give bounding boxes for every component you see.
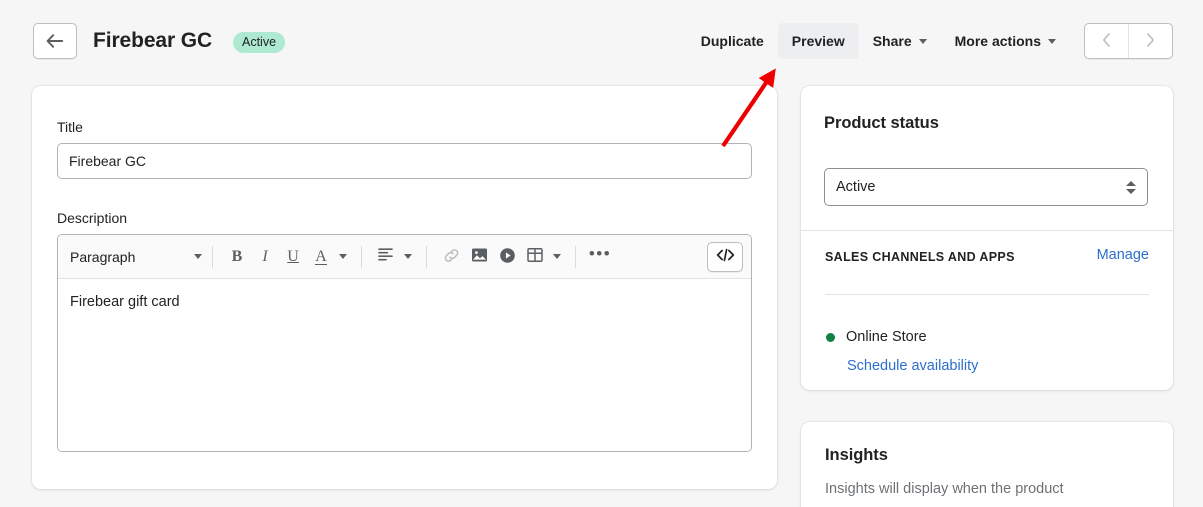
chevron-down-icon [194,254,202,259]
card-divider [825,294,1149,295]
ellipsis-icon: ••• [588,243,612,263]
share-button[interactable]: Share [859,23,941,59]
italic-button[interactable]: I [251,243,279,271]
pagination [1084,23,1173,59]
status-badge: Active [233,32,286,53]
product-details-card: Title Description Paragraph B I U [32,86,777,489]
chevron-down-icon [918,38,927,44]
back-button[interactable] [33,23,77,59]
underline-button[interactable]: U [279,243,307,271]
sales-channels-section-title: SALES CHANNELS AND APPS [825,250,1015,264]
previous-product-button[interactable] [1085,24,1128,58]
product-status-select[interactable]: Active [824,168,1148,206]
text-color-button[interactable]: A [307,243,335,271]
toolbar-divider [212,245,213,268]
preview-button[interactable]: Preview [777,23,859,59]
share-button-label: Share [872,33,912,49]
bold-icon: B [231,247,243,265]
text-color-dropdown-button[interactable] [335,243,351,271]
duplicate-button-label: Duplicate [700,33,764,49]
more-options-button[interactable]: ••• [586,243,614,271]
insert-video-button[interactable] [493,243,521,271]
page-title: Firebear GC [93,29,213,52]
code-brackets-icon [716,248,735,267]
chevron-down-icon [1048,38,1056,44]
product-edit-page: Firebear GC Active Duplicate Preview Sha… [0,0,1203,507]
underline-icon: U [287,247,299,265]
insights-body: Insights will display when the product [825,481,1064,497]
align-left-icon [378,248,394,265]
arrow-left-icon [46,34,64,48]
description-textarea[interactable]: Firebear gift card [58,279,751,451]
block-format-select[interactable]: Paragraph [70,242,202,272]
more-actions-button[interactable]: More actions [941,23,1070,59]
select-stepper-icon [1126,180,1136,194]
table-icon [527,247,543,266]
insert-table-button[interactable] [521,243,549,271]
sales-channel-row: Online Store [826,329,927,345]
duplicate-button[interactable]: Duplicate [687,23,778,59]
product-status-card: Product status Active SALES CHANNELS AND… [801,86,1173,390]
chevron-left-icon [1102,32,1111,50]
sales-channel-name: Online Store [846,329,927,345]
insert-image-button[interactable] [465,243,493,271]
image-icon [471,247,488,266]
more-actions-button-label: More actions [954,33,1041,49]
toolbar-divider [575,245,576,268]
description-editor: Paragraph B I U A ••• Firebear gift card [57,234,752,452]
chevron-down-icon [404,254,412,259]
bold-button[interactable]: B [223,243,251,271]
description-field-label: Description [57,210,128,226]
align-button[interactable] [372,243,400,271]
header-actions: Duplicate Preview Share More actions [687,21,1173,61]
show-html-button[interactable] [707,242,743,272]
align-dropdown-button[interactable] [400,243,416,271]
schedule-availability-link[interactable]: Schedule availability [847,358,978,374]
chevron-down-icon [339,254,347,259]
block-format-value: Paragraph [70,248,136,265]
insights-card: Insights Insights will display when the … [801,422,1173,507]
preview-button-label: Preview [791,33,845,49]
product-status-heading: Product status [824,114,939,132]
title-input[interactable] [57,143,752,179]
link-icon [443,247,460,267]
editor-toolbar: Paragraph B I U A ••• [58,235,751,279]
toolbar-divider [361,245,362,268]
manage-channels-link[interactable]: Manage [1097,247,1149,263]
card-divider [801,230,1173,231]
title-field-label: Title [57,119,83,135]
chevron-down-icon [553,254,561,259]
text-color-icon: A [315,247,327,265]
video-play-icon [499,247,516,267]
toolbar-divider [426,245,427,268]
insert-link-button[interactable] [437,243,465,271]
chevron-right-icon [1146,32,1155,50]
next-product-button[interactable] [1129,24,1172,58]
table-dropdown-button[interactable] [549,243,565,271]
channel-status-dot [826,332,835,342]
italic-icon: I [262,247,268,265]
page-header: Firebear GC Active Duplicate Preview Sha… [0,0,1203,86]
insights-heading: Insights [825,446,888,464]
product-status-value: Active [836,179,876,195]
